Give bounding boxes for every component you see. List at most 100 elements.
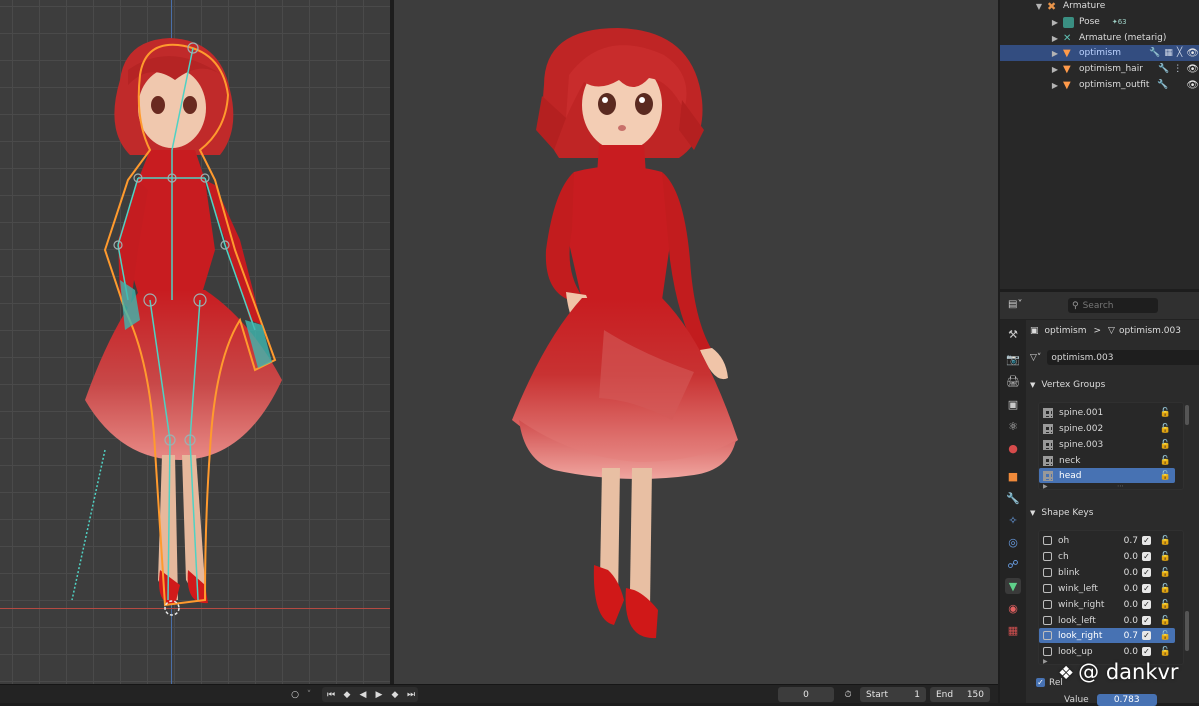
lock-icon[interactable]: 🔓 [1160, 471, 1171, 481]
lock-icon[interactable]: 🔓 [1160, 440, 1171, 450]
lock-icon[interactable]: 🔓 [1160, 584, 1171, 594]
vertex-groups-panel-header[interactable]: ▼ Vertex Groups [1030, 376, 1199, 394]
modifier-tab-icon[interactable]: 🔧 [1005, 490, 1021, 506]
armature-modifier-icon[interactable]: ╳ [1177, 48, 1182, 58]
eye-icon[interactable]: 👁 [1186, 64, 1199, 75]
end-frame-field[interactable]: End 150 [930, 687, 990, 702]
expand-triangle-icon[interactable]: ▶ [1050, 81, 1060, 90]
next-keyframe-icon[interactable]: ◆ [388, 688, 402, 701]
mute-checkbox[interactable]: ✓ [1142, 584, 1151, 593]
list-expand-arrow-icon[interactable]: ▶ [1043, 483, 1048, 490]
mesh-data-dropdown-icon[interactable]: ▽˅ [1030, 353, 1041, 363]
scene-tab-icon[interactable]: ⚛ [1005, 418, 1021, 434]
shape-key-item[interactable]: oh 0.7 ✓ 🔓 [1039, 533, 1175, 548]
expand-triangle-icon[interactable]: ▶ [1050, 18, 1060, 27]
list-expand-arrow-icon[interactable]: ▶ [1043, 658, 1048, 665]
wrench-icon[interactable]: 🔧 [1149, 48, 1160, 58]
lock-icon[interactable]: 🔓 [1160, 424, 1171, 434]
start-frame-field[interactable]: Start 1 [860, 687, 926, 702]
shape-key-value[interactable]: 0.0 [1124, 552, 1138, 562]
keying-dropdown-icon[interactable]: ˅ [304, 688, 314, 701]
tool-tab-icon[interactable]: ⚒ [1005, 326, 1021, 342]
shape-key-item[interactable]: wink_right 0.0 ✓ 🔓 [1039, 597, 1175, 612]
breadcrumb-mesh[interactable]: optimism.003 [1119, 326, 1181, 336]
outliner-item-optimism[interactable]: ▶ ▼ optimism 🔧 ▦ ╳ 👁 [1000, 45, 1199, 61]
shape-key-item[interactable]: look_up 0.0 ✓ 🔓 [1039, 644, 1175, 659]
mute-checkbox[interactable]: ✓ [1142, 631, 1151, 640]
vertex-groups-list[interactable]: spine.001 🔓 spine.002 🔓 spine.003 🔓 neck… [1038, 402, 1189, 490]
output-tab-icon[interactable]: 🖨 [1005, 373, 1021, 389]
keyframe-dot-icon[interactable]: ○ [288, 688, 302, 701]
breadcrumb-object[interactable]: optimism [1045, 326, 1087, 336]
mute-checkbox[interactable]: ✓ [1142, 600, 1151, 609]
outliner-item-optimism-hair[interactable]: ▶ ▼ optimism_hair 🔧 ⋮ 👁 [1000, 61, 1199, 77]
outliner-item-armature[interactable]: ▼ ✖ Armature [1000, 0, 1199, 14]
lock-icon[interactable]: 🔓 [1160, 600, 1171, 610]
view-layer-tab-icon[interactable]: ▣ [1005, 396, 1021, 412]
lock-icon[interactable]: 🔓 [1160, 616, 1171, 626]
mute-checkbox[interactable]: ✓ [1142, 647, 1151, 656]
lock-icon[interactable]: 🔓 [1160, 631, 1171, 641]
world-tab-icon[interactable]: ● [1005, 440, 1021, 456]
play-reverse-icon[interactable]: ◀ [356, 688, 370, 701]
constraints-tab-icon[interactable]: ☍ [1005, 556, 1021, 572]
expand-triangle-icon[interactable]: ▶ [1050, 34, 1060, 43]
shape-key-value[interactable]: 0.7 [1124, 536, 1138, 546]
mesh-datablock-name[interactable]: optimism.003 [1047, 350, 1199, 365]
outliner-item-pose[interactable]: ▶ Pose ✦63 [1000, 14, 1199, 30]
value-slider[interactable]: 0.783 [1096, 694, 1157, 706]
mesh-data-tab-icon[interactable]: ▼ [1005, 578, 1021, 594]
shape-key-value[interactable]: 0.0 [1124, 568, 1138, 578]
current-frame-field[interactable]: 0 [778, 687, 834, 702]
shape-key-item-selected[interactable]: look_right 0.7 ✓ 🔓 [1039, 628, 1175, 643]
jump-end-icon[interactable]: ⏭ [404, 688, 418, 701]
lock-icon[interactable]: 🔓 [1160, 456, 1171, 466]
vertex-group-icon[interactable]: ▦ [1164, 48, 1173, 58]
object-tab-icon[interactable]: ■ [1005, 468, 1021, 484]
shape-keys-list[interactable]: oh 0.7 ✓ 🔓 ch 0.0 ✓ 🔓 blink 0.0 ✓ 🔓 wink… [1038, 530, 1189, 665]
vertex-group-item[interactable]: neck 🔓 [1039, 453, 1175, 468]
shape-key-value[interactable]: 0.0 [1124, 584, 1138, 594]
material-tab-icon[interactable]: ◉ [1005, 600, 1021, 616]
shape-key-item[interactable]: wink_left 0.0 ✓ 🔓 [1039, 581, 1175, 596]
eye-icon[interactable]: 👁 [1186, 48, 1199, 59]
vertex-group-item[interactable]: spine.001 🔓 [1039, 405, 1175, 420]
expand-triangle-icon[interactable]: ▶ [1050, 65, 1060, 74]
viewport-left[interactable] [0, 0, 390, 684]
lock-icon[interactable]: 🔓 [1160, 408, 1171, 418]
collapse-triangle-icon[interactable]: ▼ [1034, 2, 1044, 11]
play-icon[interactable]: ▶ [372, 688, 386, 701]
more-icon[interactable]: ⋮ [1173, 64, 1182, 74]
particles-tab-icon[interactable]: ✧ [1005, 512, 1021, 528]
mute-checkbox[interactable]: ✓ [1142, 536, 1151, 545]
wrench-icon[interactable]: 🔧 [1157, 80, 1168, 90]
shape-key-value[interactable]: 0.0 [1124, 616, 1138, 626]
shape-key-value[interactable]: 0.0 [1124, 600, 1138, 610]
shape-key-item[interactable]: ch 0.0 ✓ 🔓 [1039, 549, 1175, 564]
outliner-item-armature-metarig[interactable]: ▶ ✕ Armature (metarig) [1000, 30, 1199, 46]
shape-key-item[interactable]: blink 0.0 ✓ 🔓 [1039, 565, 1175, 580]
wrench-icon[interactable]: 🔧 [1158, 64, 1169, 74]
shape-key-value[interactable]: 0.7 [1124, 631, 1138, 641]
list-scrollbar[interactable] [1185, 611, 1189, 651]
lock-icon[interactable]: 🔓 [1160, 568, 1171, 578]
vertex-group-item-selected[interactable]: head 🔓 [1039, 468, 1175, 483]
render-tab-icon[interactable]: 📷 [1005, 351, 1021, 367]
texture-tab-icon[interactable]: ▦ [1005, 622, 1021, 638]
mute-checkbox[interactable]: ✓ [1142, 616, 1151, 625]
relative-checkbox[interactable]: ✓ [1036, 678, 1045, 687]
search-field[interactable]: ⚲ Search [1068, 298, 1158, 313]
outliner-item-optimism-outfit[interactable]: ▶ ▼ optimism_outfit 🔧 👁 [1000, 77, 1199, 93]
lock-icon[interactable]: 🔓 [1160, 552, 1171, 562]
viewport-right[interactable] [394, 0, 998, 684]
mesh-datablock-selector[interactable]: ▽˅ optimism.003 [1030, 350, 1199, 365]
prev-keyframe-icon[interactable]: ◆ [340, 688, 354, 701]
mute-checkbox[interactable]: ✓ [1142, 552, 1151, 561]
shape-keys-panel-header[interactable]: ▼ Shape Keys [1030, 504, 1199, 522]
vertex-group-item[interactable]: spine.003 🔓 [1039, 437, 1175, 452]
list-resize-grip-icon[interactable]: ⋯ [1117, 482, 1124, 490]
expand-triangle-icon[interactable]: ▶ [1050, 49, 1060, 58]
physics-tab-icon[interactable]: ◎ [1005, 534, 1021, 550]
list-scrollbar[interactable] [1185, 405, 1189, 425]
shape-key-item[interactable]: look_left 0.0 ✓ 🔓 [1039, 613, 1175, 628]
